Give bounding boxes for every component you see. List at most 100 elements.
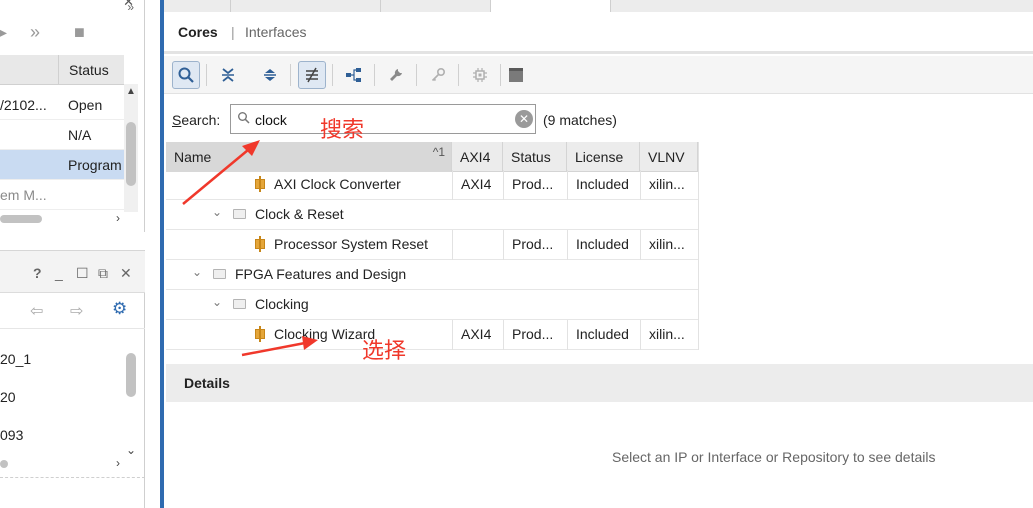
table-row[interactable]: Clocking Wizard AXI4 Prod... Included xi… — [166, 320, 698, 350]
horizontal-scrollbar[interactable]: › — [0, 456, 124, 470]
row-status: N/A — [68, 127, 92, 143]
cell-divider — [452, 230, 453, 260]
row-status: Program — [68, 157, 122, 173]
document-tab[interactable] — [380, 0, 490, 12]
scroll-thumb[interactable] — [126, 122, 136, 186]
table-row-selected[interactable]: Program — [0, 150, 124, 180]
table-row[interactable]: N/A — [0, 120, 124, 150]
column-header-name[interactable]: Name ^1 — [166, 142, 452, 172]
table-row[interactable]: /2102... Open — [0, 90, 124, 120]
list-item[interactable]: 20_1 — [0, 351, 31, 367]
view-tabs: Cores | Interfaces — [164, 12, 1033, 54]
stop-icon[interactable]: ■ — [74, 22, 85, 43]
search-field[interactable]: ✕ — [230, 104, 536, 134]
document-tab-active[interactable] — [490, 0, 610, 12]
toolbar-divider — [374, 64, 375, 86]
toolbar-divider — [500, 64, 501, 86]
scroll-thumb[interactable] — [126, 353, 136, 397]
search-label-rest: earch: — [181, 112, 221, 128]
column-header-name-label: Name — [174, 149, 212, 165]
expand-all-icon[interactable] — [256, 61, 284, 89]
ip-core-icon — [255, 176, 265, 192]
scroll-right-icon[interactable]: › — [116, 211, 120, 225]
row-name: Processor System Reset — [274, 236, 429, 252]
toolbar-divider — [416, 64, 417, 86]
search-label-mnemonic: S — [172, 112, 182, 128]
forward-icon[interactable]: ▸ — [0, 22, 7, 43]
search-icon[interactable] — [172, 61, 200, 89]
scroll-thumb[interactable] — [0, 460, 8, 468]
sort-indicator-icon: ^1 — [432, 145, 445, 159]
list-item[interactable]: 20 — [0, 389, 16, 405]
toolbar-divider — [290, 64, 291, 86]
cell-divider — [567, 230, 568, 260]
maximize-icon[interactable]: ☐ — [76, 265, 89, 282]
cell-divider — [452, 170, 453, 200]
float-icon[interactable]: ⧉ — [98, 265, 108, 282]
column-header-license[interactable]: License — [567, 142, 640, 172]
left-bottom-panel: ? _ ☐ ⧉ ✕ ⇦ ⇨ ⚙ 20_1 20 093 ⌄ › — [0, 250, 145, 508]
cell-divider — [567, 170, 568, 200]
tab-cores[interactable]: Cores — [178, 24, 218, 40]
forward-icon[interactable]: ⇨ — [70, 301, 83, 321]
scroll-down-icon[interactable]: ⌄ — [126, 443, 136, 457]
table-row[interactable]: AXI Clock Converter AXI4 Prod... Include… — [166, 170, 698, 200]
wrench-icon[interactable] — [382, 61, 410, 89]
table-row[interactable]: ⌄ FPGA Features and Design — [166, 260, 698, 290]
minimize-icon[interactable]: _ — [55, 265, 63, 281]
list-item[interactable]: 093 — [0, 427, 23, 443]
fast-forward-icon[interactable]: » — [30, 22, 40, 43]
chevron-down-icon[interactable]: ⌄ — [212, 205, 222, 219]
help-icon[interactable]: ? — [33, 265, 42, 281]
search-label: Search: — [172, 112, 220, 128]
collapse-all-icon[interactable] — [214, 61, 242, 89]
status-column-header[interactable]: Status — [58, 55, 124, 85]
ip-core-icon — [255, 236, 265, 252]
horizontal-scrollbar[interactable]: › — [0, 211, 124, 225]
search-field-icon — [237, 111, 250, 127]
table-row[interactable]: ⌄ Clocking — [166, 290, 698, 320]
table-row[interactable]: Processor System Reset Prod... Included … — [166, 230, 698, 260]
clear-icon[interactable]: ✕ — [515, 110, 533, 128]
row-name: AXI Clock Converter — [274, 176, 401, 192]
hierarchy-icon[interactable] — [340, 61, 368, 89]
row-name: Clocking — [255, 296, 309, 312]
vertical-scrollbar[interactable]: ⌄ — [124, 333, 138, 457]
gear-icon[interactable]: ⚙ — [112, 299, 127, 319]
row-axi4: AXI4 — [461, 176, 492, 192]
cell-divider — [567, 320, 568, 350]
tab-interfaces[interactable]: Interfaces — [245, 24, 306, 40]
folder-icon — [233, 299, 246, 309]
document-tab[interactable] — [230, 0, 380, 12]
table-row[interactable]: em M... — [0, 180, 124, 210]
column-header-vlnv[interactable]: VLNV — [640, 142, 698, 172]
scroll-up-icon[interactable]: ▲ — [126, 86, 136, 97]
column-header-axi4[interactable]: AXI4 — [452, 142, 503, 172]
scroll-right-icon[interactable]: › — [116, 456, 120, 470]
vertical-scrollbar[interactable]: ▲ — [124, 84, 138, 212]
back-icon[interactable]: ⇦ — [30, 301, 43, 321]
chevron-down-icon[interactable]: ⌄ — [192, 265, 202, 279]
key-icon[interactable] — [424, 61, 452, 89]
cell-divider — [640, 170, 641, 200]
close-icon[interactable]: ✕ — [123, 0, 134, 10]
toolbar-divider — [332, 64, 333, 86]
ip-core-icon — [255, 326, 265, 342]
ip-block-icon[interactable] — [502, 61, 530, 89]
left-top-panel: » ✕ ▸ » ■ Status /2102... Open N/A Progr… — [0, 0, 145, 232]
filter-icon[interactable] — [298, 61, 326, 89]
left-table-header: Status — [0, 55, 124, 85]
toolbar-divider — [206, 64, 207, 86]
search-input[interactable] — [255, 110, 505, 130]
chevron-down-icon[interactable]: ⌄ — [212, 295, 222, 309]
row-license: Included — [576, 176, 629, 192]
table-row[interactable]: ⌄ Clock & Reset — [166, 200, 698, 230]
row-name: FPGA Features and Design — [235, 266, 407, 282]
close-icon[interactable]: ✕ — [120, 265, 132, 282]
column-header-status[interactable]: Status — [503, 142, 567, 172]
chip-icon[interactable] — [466, 61, 494, 89]
details-header: Details — [166, 364, 1033, 402]
scroll-thumb[interactable] — [0, 215, 42, 223]
row-name: Clocking Wizard — [274, 326, 376, 342]
row-vlnv: xilin... — [649, 176, 685, 192]
